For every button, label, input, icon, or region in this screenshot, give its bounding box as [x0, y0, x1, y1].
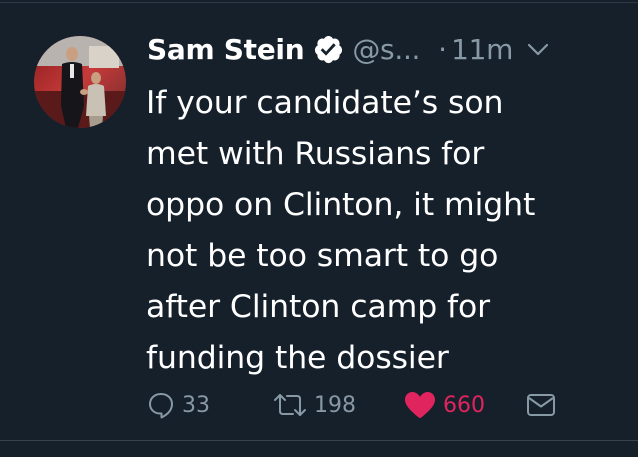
user-handle[interactable]: @s... — [352, 33, 420, 66]
avatar[interactable] — [34, 36, 126, 128]
retweet-count: 198 — [314, 392, 356, 418]
tweet-text-line: after Clinton camp for — [146, 289, 491, 325]
envelope-icon — [525, 391, 557, 419]
tweet-text-line: met with Russians for — [146, 136, 485, 172]
tweet-header: Sam Stein @s... · 11m — [147, 28, 549, 70]
verified-badge-icon — [313, 34, 344, 65]
bottom-divider — [0, 440, 638, 441]
like-count: 660 — [443, 392, 485, 418]
top-divider — [0, 2, 638, 3]
action-bar: 33 198 660 — [0, 385, 638, 425]
tweet-text-line: If your candidate’s son — [146, 85, 504, 121]
direct-message-button[interactable] — [525, 385, 557, 425]
reply-icon — [146, 390, 176, 420]
tweet-text-line: oppo on Clinton, it might — [146, 187, 536, 223]
tweet-text-line: not be too smart to go — [146, 238, 499, 274]
timestamp[interactable]: 11m — [451, 33, 513, 66]
like-button[interactable]: 660 — [403, 385, 485, 425]
tweet-card[interactable]: Sam Stein @s... · 11m If your candidate’… — [0, 0, 638, 457]
reply-button[interactable]: 33 — [146, 385, 210, 425]
reply-count: 33 — [182, 392, 210, 418]
tweet-text: If your candidate’s son met with Russian… — [146, 78, 626, 384]
profile-photo-icon — [34, 36, 126, 128]
tweet-text-line: funding the dossier — [146, 340, 449, 376]
display-name[interactable]: Sam Stein — [147, 33, 305, 66]
separator-dot: · — [438, 32, 448, 66]
retweet-button[interactable]: 198 — [272, 385, 356, 425]
retweet-icon — [272, 390, 308, 420]
heart-icon — [403, 390, 437, 420]
chevron-down-icon[interactable] — [527, 42, 549, 56]
